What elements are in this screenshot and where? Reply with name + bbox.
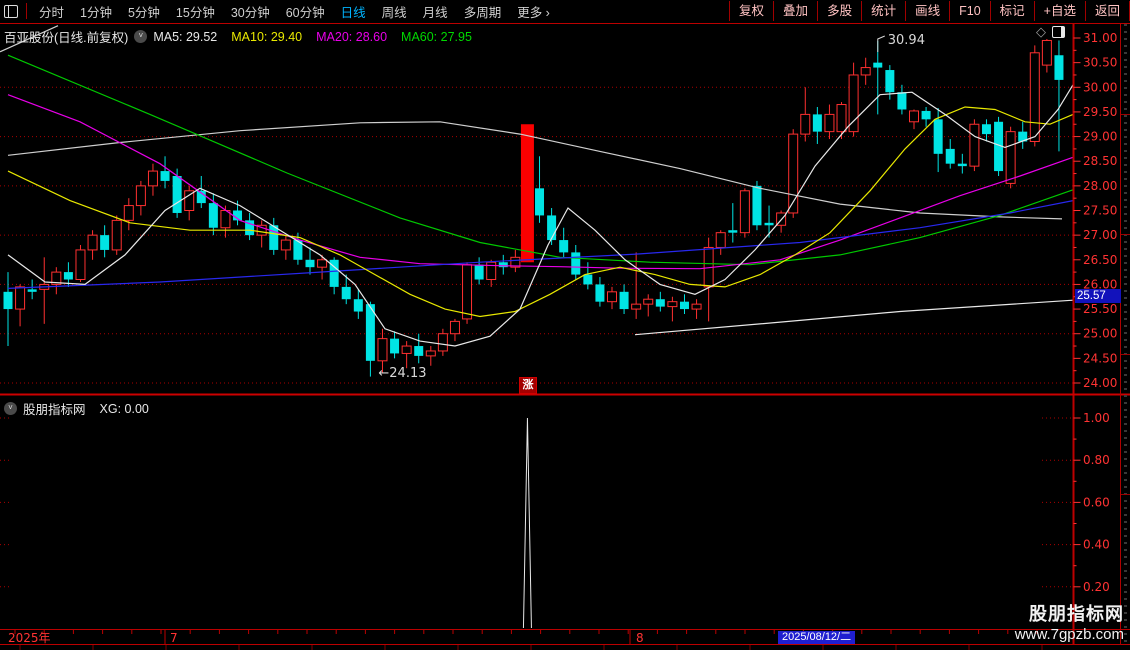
- svg-text:24.50: 24.50: [1083, 351, 1117, 365]
- period-item-6[interactable]: 日线: [333, 2, 374, 21]
- svg-text:29.00: 29.00: [1083, 130, 1117, 144]
- chart-header: 百亚股份(日线.前复权) ˅ MA5: 29.52 MA10: 29.40 MA…: [4, 27, 486, 46]
- svg-text:30.94: 30.94: [888, 33, 925, 48]
- watermark: 股朋指标网 www.7gpzb.com: [1015, 600, 1124, 643]
- window-split-icon[interactable]: [4, 4, 18, 18]
- action-button-0[interactable]: 复权: [730, 1, 775, 21]
- candlestick-chart[interactable]: 30.94 ←24.13 31.00 30.50 30.00 29.50 29.00 28.5…: [0, 0, 1130, 650]
- period-item-3[interactable]: 15分钟: [168, 2, 223, 21]
- watermark-url: www.7gpzb.com: [1014, 626, 1124, 643]
- ma20-legend: MA20: 28.60: [316, 29, 388, 44]
- svg-text:26.50: 26.50: [1083, 253, 1117, 267]
- svg-text:27.00: 27.00: [1083, 228, 1117, 242]
- chevron-down-icon[interactable]: ˅: [134, 30, 148, 43]
- svg-text:31.00: 31.00: [1083, 31, 1117, 45]
- ma5-legend: MA5: 29.52: [153, 29, 218, 44]
- svg-text:0.60: 0.60: [1083, 495, 1110, 509]
- ma60-legend: MA60: 27.95: [401, 29, 472, 44]
- diamond-icon[interactable]: ◇: [1036, 25, 1046, 38]
- action-button-7[interactable]: +自选: [1035, 1, 1086, 21]
- action-button-1[interactable]: 叠加: [774, 1, 819, 21]
- pane-icons: ◇: [1036, 25, 1065, 38]
- signal-bar: [520, 124, 534, 263]
- svg-text:24.00: 24.00: [1083, 376, 1117, 390]
- chevron-down-icon[interactable]: ˅: [4, 402, 17, 415]
- period-item-5[interactable]: 60分钟: [278, 2, 333, 21]
- current-price-tag: 25.57: [1075, 289, 1121, 303]
- ma60-green: [7, 54, 1074, 266]
- top-toolbar: 分时 1分钟 5分钟 15分钟 30分钟 60分钟 日线 周线 月线 多周期 更多 › 复权 叠加 多股…: [0, 0, 1130, 22]
- period-item-8[interactable]: 月线: [415, 2, 456, 21]
- date-highlight: 2025/08/12/二: [778, 631, 856, 644]
- svg-text:0.40: 0.40: [1083, 538, 1110, 552]
- period-item-4[interactable]: 30分钟: [223, 2, 278, 21]
- ma10-legend: MA10: 29.40: [231, 29, 303, 44]
- period-item-1[interactable]: 1分钟: [72, 2, 120, 21]
- period-item-0[interactable]: 分时: [31, 2, 72, 21]
- svg-text:30.00: 30.00: [1083, 80, 1117, 94]
- action-button-4[interactable]: 画线: [906, 1, 951, 21]
- indicator-spike: [522, 417, 532, 629]
- action-button-3[interactable]: 统计: [862, 1, 907, 21]
- indicator-header: ˅ 股朋指标网 XG: 0.00: [4, 399, 149, 418]
- ma-long-white: [7, 121, 1063, 220]
- period-item-10[interactable]: 更多 ›: [509, 2, 558, 21]
- watermark-title: 股朋指标网: [1029, 604, 1124, 624]
- action-buttons: 复权 叠加 多股 统计 画线 F10 标记 +自选 返回: [729, 1, 1130, 21]
- indicator-value: XG: 0.00: [99, 401, 149, 416]
- app-window: 30.94 ←24.13 31.00 30.50 30.00 29.50 29.00 28.5…: [0, 0, 1130, 650]
- action-button-2[interactable]: 多股: [818, 1, 863, 21]
- period-item-9[interactable]: 多周期: [456, 2, 510, 21]
- svg-text:30.50: 30.50: [1083, 56, 1117, 70]
- period-item-7[interactable]: 周线: [374, 2, 415, 21]
- svg-text:28.50: 28.50: [1083, 154, 1117, 168]
- svg-text:29.50: 29.50: [1083, 105, 1117, 119]
- side-scroll-strip[interactable]: [1120, 24, 1130, 645]
- action-button-5[interactable]: F10: [950, 1, 991, 21]
- period-item-2[interactable]: 5分钟: [120, 2, 168, 21]
- action-button-6[interactable]: 标记: [991, 1, 1035, 21]
- svg-text:0.80: 0.80: [1083, 453, 1110, 467]
- svg-text:27.50: 27.50: [1083, 203, 1117, 217]
- signal-badge: 涨: [519, 377, 537, 394]
- svg-text:←24.13: ←24.13: [378, 366, 426, 381]
- svg-text:25.50: 25.50: [1083, 302, 1117, 316]
- svg-text:25.00: 25.00: [1083, 327, 1117, 341]
- month-label: 7: [170, 631, 178, 645]
- period-menu: 分时 1分钟 5分钟 15分钟 30分钟 60分钟 日线 周线 月线 多周期 更多 ›: [31, 2, 558, 21]
- svg-text:28.00: 28.00: [1083, 179, 1117, 193]
- stock-title: 百亚股份(日线.前复权): [4, 31, 129, 45]
- indicator-title: 股朋指标网: [23, 403, 86, 417]
- svg-text:1.00: 1.00: [1083, 411, 1110, 425]
- svg-text:0.20: 0.20: [1083, 580, 1110, 594]
- action-button-8[interactable]: 返回: [1086, 1, 1130, 21]
- month-label: 8: [636, 631, 644, 645]
- layout-icon[interactable]: [1052, 25, 1065, 38]
- toolbar-separator: [26, 3, 27, 19]
- year-label: 2025年: [8, 631, 51, 645]
